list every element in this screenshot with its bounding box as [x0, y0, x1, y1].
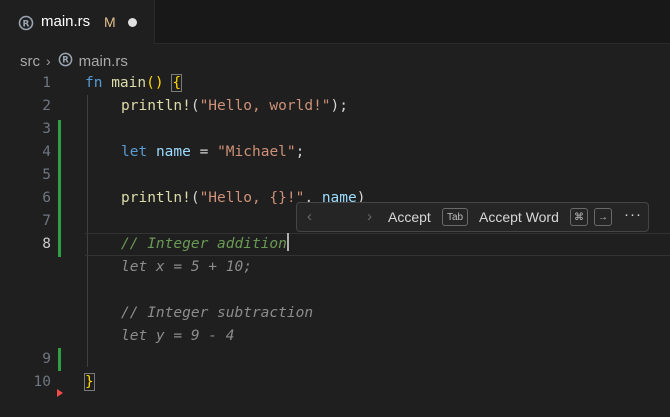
svg-text:R: R [62, 54, 69, 64]
code-line: 2 println!("Hello, world!"); [0, 95, 670, 118]
brace-token: { [171, 74, 183, 92]
paren-token: ( [190, 98, 200, 114]
tab-bar: R main.rs M [0, 0, 670, 44]
code-editor[interactable]: 1 fn main() { 2 println!("Hello, world!"… [0, 72, 670, 417]
line-number: 5 [42, 167, 51, 183]
macro-token: println! [121, 98, 191, 114]
code-line-current: 8 // Integer addition [0, 233, 670, 256]
inline-suggestion-line: let x = 5 + 10; [0, 256, 670, 279]
ghost-text: let x = 5 + 10; [121, 259, 252, 275]
rust-file-icon: R [58, 52, 73, 71]
ghost-text: let y = 9 - 4 [121, 328, 235, 344]
semicolon-token: ; [295, 144, 305, 160]
keyword-token: let [121, 144, 148, 160]
breadcrumb-folder[interactable]: src [20, 53, 40, 70]
tab-filename: main.rs [41, 13, 91, 30]
cmd-key-hint: ⌘ [570, 208, 588, 226]
line-number: 3 [42, 121, 51, 137]
code-line: 5 [0, 164, 670, 187]
arrow-right-key-hint: → [594, 208, 612, 226]
inline-suggestion-line: let y = 9 - 4 [0, 325, 670, 348]
accept-word-button[interactable]: Accept Word [479, 209, 559, 225]
chevron-right-icon: › [46, 53, 51, 69]
breadcrumb: src › R main.rs [20, 50, 128, 72]
code-line: 10 } [0, 371, 670, 394]
line-number: 10 [33, 374, 51, 390]
text-cursor [286, 233, 289, 251]
rust-file-icon: R [18, 15, 34, 36]
function-name-token: main [111, 75, 147, 91]
paren-token: () [146, 75, 164, 91]
ghost-text: // Integer subtraction [121, 305, 314, 321]
inline-suggestion-toolbar: ‹ › Accept Tab Accept Word ⌘ → ··· [296, 202, 649, 232]
error-marker-icon[interactable] [57, 389, 63, 397]
tab-main-rs[interactable]: R main.rs M [0, 0, 155, 44]
svg-text:R: R [23, 19, 30, 29]
paren-token: ( [190, 190, 200, 206]
tab-bar-border [155, 43, 670, 44]
string-token: "Hello, world!" [199, 98, 331, 114]
comment-token: // Integer addition [121, 236, 287, 252]
line-number: 1 [42, 75, 51, 91]
code-line: 3 [0, 118, 670, 141]
code-line: 4 let name = "Michael"; [0, 141, 670, 164]
code-line: 1 fn main() { [0, 72, 670, 95]
line-number: 7 [42, 213, 51, 229]
more-actions-icon[interactable]: ··· [624, 206, 642, 223]
paren-token: ); [330, 98, 348, 114]
code-line: 9 [0, 348, 670, 371]
line-number: 8 [42, 236, 51, 252]
variable-token: name [155, 144, 191, 160]
keyword-token: fn [85, 75, 103, 91]
breadcrumb-file[interactable]: main.rs [79, 53, 128, 70]
brace-token: } [84, 373, 95, 391]
line-number: 2 [42, 98, 51, 114]
macro-token: println! [121, 190, 191, 206]
accept-button[interactable]: Accept [388, 209, 431, 225]
string-token: "Michael" [217, 144, 296, 160]
inline-suggestion-line: // Integer subtraction [0, 302, 670, 325]
modified-status-badge: M [104, 14, 116, 30]
operator-token: = [190, 144, 218, 160]
line-number: 4 [42, 144, 51, 160]
next-suggestion-button[interactable]: › [367, 208, 372, 225]
line-number: 6 [42, 190, 51, 206]
string-token: "Hello, {}!" [199, 190, 305, 206]
previous-suggestion-button[interactable]: ‹ [307, 208, 312, 225]
unsaved-dot-icon[interactable] [128, 18, 137, 27]
line-number: 9 [42, 351, 51, 367]
tab-key-hint: Tab [442, 208, 468, 226]
